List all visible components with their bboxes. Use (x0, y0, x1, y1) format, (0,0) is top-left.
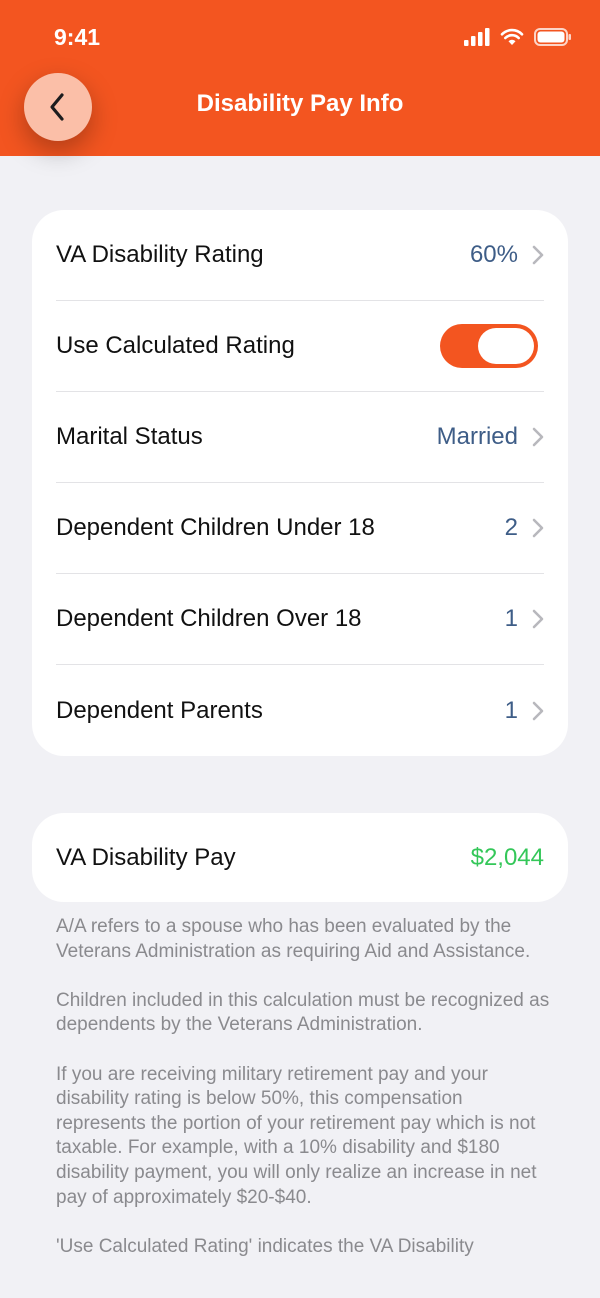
page-title: Disability Pay Info (196, 90, 404, 117)
marital-status-row[interactable]: Marital Status Married (56, 392, 544, 483)
note-calculated-rating: 'Use Calculated Rating' indicates the VA… (56, 1235, 474, 1257)
chevron-right-icon (532, 518, 544, 538)
children-over-18-value: 1 (504, 605, 518, 632)
disability-pay-label: VA Disability Pay (56, 843, 236, 871)
disability-rating-label: VA Disability Rating (56, 241, 264, 268)
children-under-18-row[interactable]: Dependent Children Under 18 2 (56, 483, 544, 574)
note-aid-assistance: A/A refers to a spouse who has been eval… (56, 916, 531, 962)
marital-status-value: Married (436, 423, 518, 450)
note-retirement-pay: If you are receiving military retirement… (56, 1063, 537, 1208)
dependent-parents-row[interactable]: Dependent Parents 1 (56, 665, 544, 756)
status-icons (464, 26, 572, 48)
marital-status-label: Marital Status (56, 423, 203, 450)
disability-pay-card: VA Disability Pay $2,044 (32, 813, 568, 902)
battery-icon (534, 28, 571, 46)
wifi-icon (500, 28, 524, 45)
use-calculated-rating-row: Use Calculated Rating (56, 301, 544, 392)
children-under-18-value: 2 (504, 514, 518, 541)
dependent-parents-label: Dependent Parents (56, 696, 263, 724)
children-over-18-label: Dependent Children Over 18 (56, 605, 362, 632)
signal-icon (464, 28, 490, 46)
footnotes: A/A refers to a spouse who has been eval… (56, 915, 556, 1284)
status-time: 9:41 (54, 24, 101, 50)
settings-card: VA Disability Rating 60% Use Calculated … (32, 210, 568, 756)
note-children: Children included in this calculation mu… (56, 989, 550, 1036)
children-under-18-label: Dependent Children Under 18 (56, 514, 375, 541)
disability-rating-row[interactable]: VA Disability Rating 60% (56, 210, 544, 301)
chevron-right-icon (532, 609, 544, 629)
nav-header: 9:41 Disability Pay Info (0, 0, 600, 156)
disability-rating-value: 60% (469, 241, 518, 268)
chevron-right-icon (532, 701, 544, 720)
children-over-18-row[interactable]: Dependent Children Over 18 1 (56, 574, 544, 665)
use-calculated-rating-label: Use Calculated Rating (56, 332, 295, 359)
toggle-knob (478, 328, 534, 364)
disability-pay-value: $2,044 (470, 843, 544, 871)
use-calculated-rating-toggle[interactable] (440, 324, 538, 368)
chevron-right-icon (532, 245, 544, 265)
chevron-right-icon (532, 427, 544, 447)
dependent-parents-value: 1 (504, 696, 518, 724)
